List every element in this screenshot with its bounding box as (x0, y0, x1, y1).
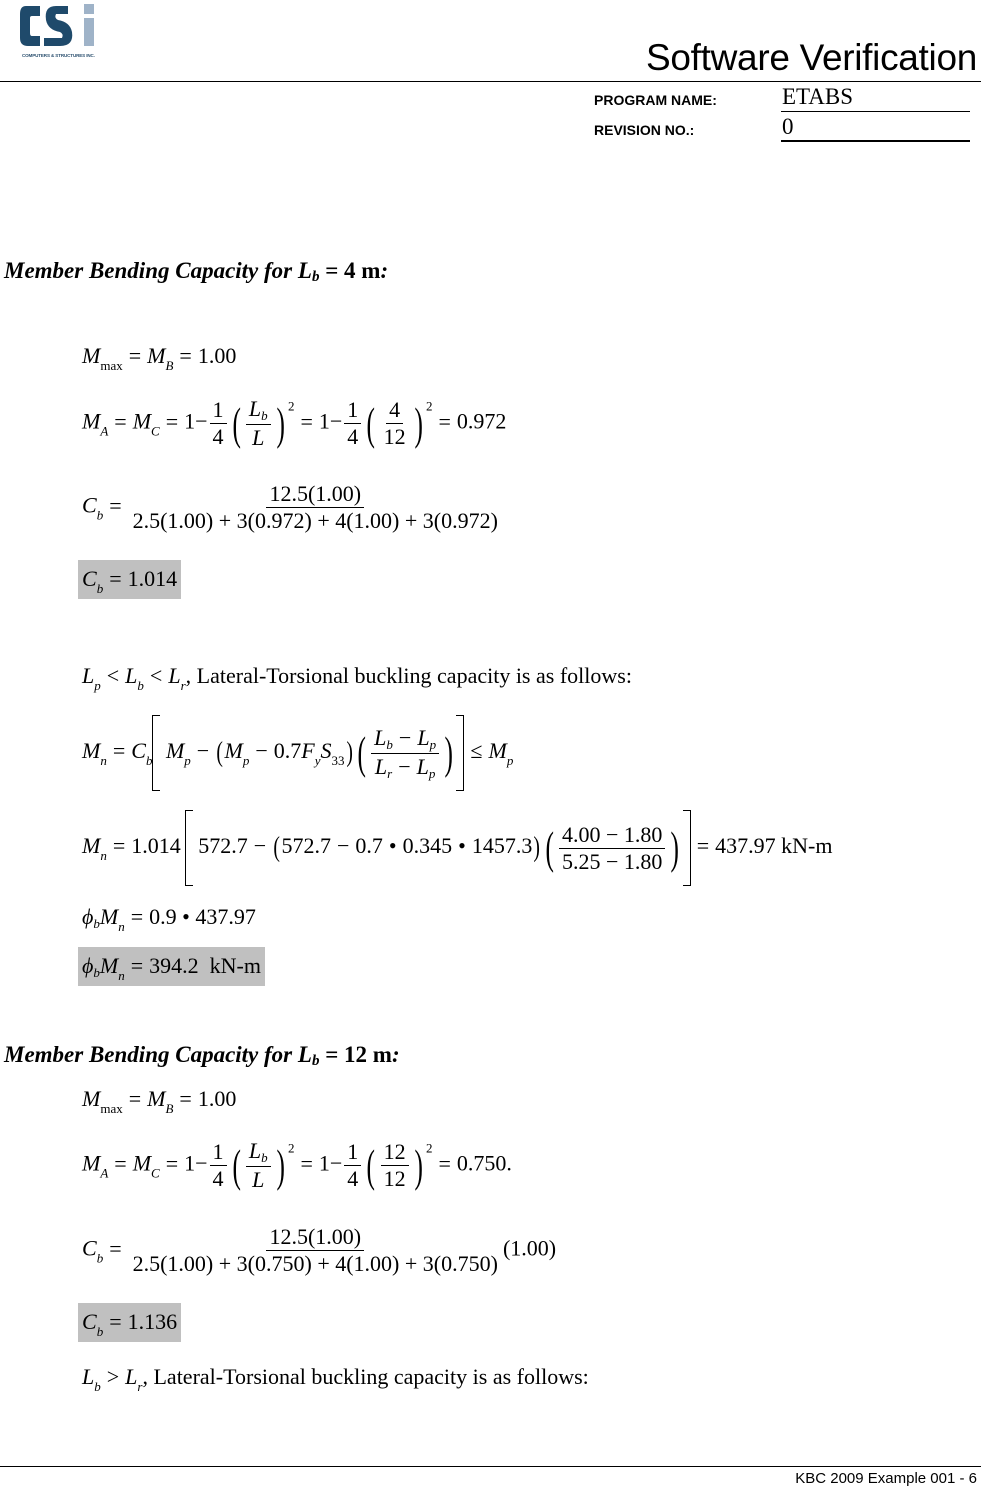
document-title: Software Verification (646, 37, 977, 78)
footer-divider (0, 1466, 981, 1467)
heading-text: Member Bending Capacity for L (4, 1042, 312, 1067)
condition-lp-lb-lr: Lp < Lb < Lr, Lateral-Torsional buckling cap… (82, 663, 632, 693)
revision-label: REVISION NO.: (594, 122, 695, 138)
result-highlight: Cb = 1.136 (78, 1303, 182, 1342)
revision-value: 0 (782, 114, 794, 139)
equation-ma-mc: MA = MC = 1− 1 4(Lb L) 2= 1− 1 4(4 12) 2= 0.972 (82, 396, 507, 450)
equation-mmax: Mmax = MB = 1.00 (82, 343, 237, 373)
page-footer: KBC 2009 Example 001 - 6 (795, 1470, 977, 1487)
heading-value: = 12 m (319, 1042, 392, 1067)
equation-cb-formula: Cb = 12.5(1.00) 2.5(1.00) + 3(0.972) + 4(1.… (82, 481, 498, 533)
logo-letter-i (84, 18, 94, 46)
header-divider (0, 81, 981, 82)
program-name-value: ETABS (782, 84, 853, 109)
heading-text: Member Bending Capacity for L (4, 258, 312, 283)
equation-mn-formula: Mn = Cb Mp − (Mp −0.7FyS33)(Lb − Lp Lr − Lp) ≤ Mp (82, 715, 513, 791)
result-cb-2: Cb = 1.136 (78, 1303, 182, 1342)
equation-phi-mn-calc: ϕbMn = 0.9 • 437.97 (82, 904, 256, 934)
logo-caption: COMPUTERS & STRUCTURES INC. (22, 53, 95, 58)
logo-letter-i-dot (84, 4, 94, 14)
heading-colon: : (380, 258, 389, 283)
equation-mmax-2: Mmax = MB = 1.00 (82, 1086, 237, 1116)
result-cb-1: Cb = 1.014 (78, 560, 182, 599)
equation-cb-formula-2: Cb = 12.5(1.00) 2.5(1.00) + 3(0.750) + 4(1.… (82, 1224, 557, 1276)
condition-lb-lr: Lb > Lr, Lateral-Torsional buckling capaci… (82, 1364, 589, 1394)
result-highlight: ϕbMn = 394.2 kN-m (78, 947, 265, 986)
section-heading-lb-12: Member Bending Capacity for Lb = 12 m: (4, 1042, 400, 1070)
program-name-label: PROGRAM NAME: (594, 92, 717, 108)
logo-letter-s (44, 6, 73, 46)
program-name-underline (781, 111, 970, 112)
heading-value: = 4 m (319, 258, 381, 283)
logo-letter-c (20, 6, 40, 46)
result-phi-mn: ϕbMn = 394.2 kN-m (78, 947, 265, 986)
revision-underline (781, 140, 970, 142)
section-heading-lb-4: Member Bending Capacity for Lb = 4 m: (4, 258, 388, 286)
heading-colon: : (391, 1042, 400, 1067)
equation-mn-numeric: Mn = 1.014 572.7− (572.7−0.7 • 0.345 • 1457.3)(… (82, 810, 832, 886)
equation-ma-mc-2: MA = MC = 1− 1 4(Lb L) 2= 1− 1 4(12 12) 2= 0.750. (82, 1138, 512, 1192)
result-highlight: Cb = 1.014 (78, 560, 182, 599)
